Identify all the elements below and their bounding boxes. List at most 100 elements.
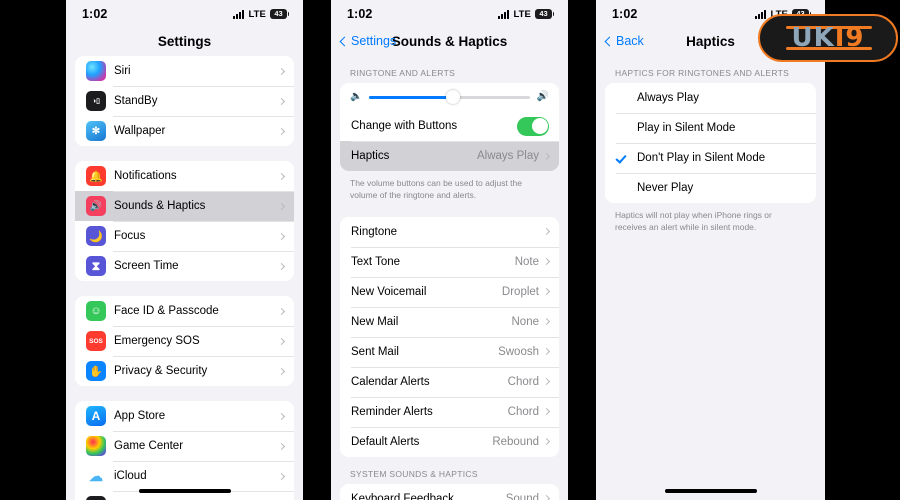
- chevron-right-icon: [277, 67, 286, 75]
- change-with-buttons-row[interactable]: Change with Buttons: [340, 111, 559, 141]
- row-label: New Voicemail: [351, 285, 427, 298]
- row-label: Ringtone: [351, 225, 398, 238]
- option-label: Always Play: [637, 92, 699, 104]
- system-sounds-group: Keyboard Feedback Sound Lock Sound: [340, 483, 559, 500]
- row-new-voicemail[interactable]: New Voicemail Droplet: [340, 276, 559, 307]
- chevron-left-icon: [604, 36, 615, 46]
- change-with-buttons-toggle[interactable]: [517, 116, 549, 136]
- row-label: Game Center: [114, 440, 184, 452]
- section-footer-volume: The volume buttons can be used to adjust…: [350, 178, 523, 201]
- row-calendar-alerts[interactable]: Calendar Alerts Chord: [340, 366, 559, 397]
- sidebar-item-standby[interactable]: ◑▯ StandBy: [75, 86, 294, 116]
- status-time: 1:02: [347, 7, 373, 21]
- row-label: StandBy: [114, 95, 158, 107]
- chevron-right-icon: [277, 412, 286, 420]
- sidebar-item-focus[interactable]: 🌙 Focus: [75, 221, 294, 251]
- chevron-right-icon: [542, 152, 551, 160]
- home-indicator: [138, 489, 231, 493]
- row-label: Privacy & Security: [114, 365, 208, 377]
- row-label: Sent Mail: [351, 345, 399, 358]
- checkmark-icon: [616, 153, 627, 164]
- settings-list[interactable]: Siri ◑▯ StandBy ✻ Wallpaper 🔔 Notificati…: [66, 56, 303, 500]
- haptics-row[interactable]: Haptics Always Play: [340, 141, 559, 171]
- battery-icon: 43: [270, 8, 289, 20]
- haptics-options-list[interactable]: HAPTICS FOR RINGTONES AND ALERTS Always …: [596, 56, 825, 500]
- chevron-right-icon: [277, 232, 286, 240]
- row-sent-mail[interactable]: Sent Mail Swoosh: [340, 336, 559, 367]
- row-value: Chord: [507, 405, 539, 418]
- row-label: Wallpaper: [114, 125, 166, 137]
- settings-group-1: Siri ◑▯ StandBy ✻ Wallpaper: [75, 56, 294, 146]
- sidebar-item-notifications[interactable]: 🔔 Notifications: [75, 161, 294, 191]
- row-label: Keyboard Feedback: [351, 492, 454, 500]
- sidebar-item-game-center[interactable]: Game Center: [75, 431, 294, 461]
- sidebar-item-sounds-haptics[interactable]: 🔊 Sounds & Haptics: [75, 191, 294, 221]
- option-always-play[interactable]: Always Play: [605, 83, 816, 113]
- battery-icon: 43: [535, 8, 554, 20]
- siri-icon: [86, 61, 106, 81]
- option-never-play[interactable]: Never Play: [605, 173, 816, 203]
- row-value: None: [511, 315, 540, 328]
- nav-bar: Settings Sounds & Haptics: [331, 26, 568, 56]
- back-button[interactable]: Settings: [339, 34, 396, 48]
- option-label: Don't Play in Silent Mode: [637, 152, 766, 164]
- row-label: Face ID & Passcode: [114, 305, 219, 317]
- row-new-mail[interactable]: New Mail None: [340, 306, 559, 337]
- chevron-right-icon: [277, 367, 286, 375]
- option-dont-play-in-silent-mode[interactable]: Don't Play in Silent Mode: [605, 143, 816, 173]
- sidebar-item-privacy-security[interactable]: ✋ Privacy & Security: [75, 356, 294, 386]
- checkmark-icon: [616, 123, 627, 134]
- screen-time-icon: ⧗: [86, 256, 106, 276]
- row-default-alerts[interactable]: Default Alerts Rebound: [340, 426, 559, 457]
- watermark-text: UKI9: [791, 23, 865, 53]
- volume-slider-knob[interactable]: [445, 90, 460, 104]
- status-time: 1:02: [612, 7, 638, 21]
- row-label: Default Alerts: [351, 435, 420, 448]
- face-id-icon: ☺: [86, 301, 106, 321]
- chevron-right-icon: [277, 262, 286, 270]
- chevron-right-icon: [542, 408, 551, 416]
- volume-slider-track[interactable]: [369, 90, 530, 104]
- game-center-icon: [86, 436, 106, 456]
- sidebar-item-icloud[interactable]: ☁ iCloud: [75, 461, 294, 491]
- row-ringtone[interactable]: Ringtone: [340, 216, 559, 247]
- sidebar-item-wallpaper[interactable]: ✻ Wallpaper: [75, 116, 294, 146]
- settings-group-3: ☺ Face ID & Passcode SOS Emergency SOS ✋…: [75, 296, 294, 386]
- row-label: App Store: [114, 410, 166, 422]
- section-header-system-sounds: SYSTEM SOUNDS & HAPTICS: [350, 468, 478, 479]
- ringtone-alerts-group: 🔈 🔊 Change with Buttons Haptics Always P…: [340, 83, 559, 171]
- chevron-right-icon: [277, 472, 286, 480]
- page-title: Settings: [157, 33, 212, 49]
- network-type-label: LTE: [513, 8, 531, 20]
- volume-slider-row[interactable]: 🔈 🔊: [340, 83, 559, 111]
- chevron-right-icon: [542, 348, 551, 356]
- row-reminder-alerts[interactable]: Reminder Alerts Chord: [340, 396, 559, 427]
- cellular-bars-icon: [754, 9, 767, 19]
- row-label: New Mail: [351, 315, 399, 328]
- sidebar-item-screen-time[interactable]: ⧗ Screen Time: [75, 251, 294, 281]
- speaker-low-icon: 🔈: [350, 91, 363, 102]
- option-play-in-silent-mode[interactable]: Play in Silent Mode: [605, 113, 816, 143]
- row-label: Screen Time: [114, 260, 179, 272]
- row-value: Always Play: [477, 150, 539, 162]
- section-footer-haptics: Haptics will not play when iPhone rings …: [615, 210, 772, 233]
- wallet-icon: ▤: [86, 496, 106, 500]
- sounds-settings-list[interactable]: RINGTONE AND ALERTS 🔈 🔊 Change with Butt…: [331, 56, 568, 500]
- sidebar-item-emergency-sos[interactable]: SOS Emergency SOS: [75, 326, 294, 356]
- row-value: Swoosh: [498, 345, 539, 358]
- chevron-right-icon: [542, 258, 551, 266]
- row-text-tone[interactable]: Text Tone Note: [340, 246, 559, 277]
- network-type-label: LTE: [248, 8, 266, 20]
- back-button[interactable]: Back: [604, 34, 644, 48]
- row-keyboard-feedback[interactable]: Keyboard Feedback Sound: [340, 483, 559, 500]
- sidebar-item-app-store[interactable]: A App Store: [75, 401, 294, 431]
- row-label: Haptics: [351, 150, 390, 162]
- sidebar-item-siri[interactable]: Siri: [75, 56, 294, 86]
- sidebar-item-face-id[interactable]: ☺ Face ID & Passcode: [75, 296, 294, 326]
- tones-group: Ringtone Text Tone Note New Voicemail Dr…: [340, 216, 559, 457]
- row-label: Change with Buttons: [351, 120, 458, 132]
- chevron-right-icon: [542, 318, 551, 326]
